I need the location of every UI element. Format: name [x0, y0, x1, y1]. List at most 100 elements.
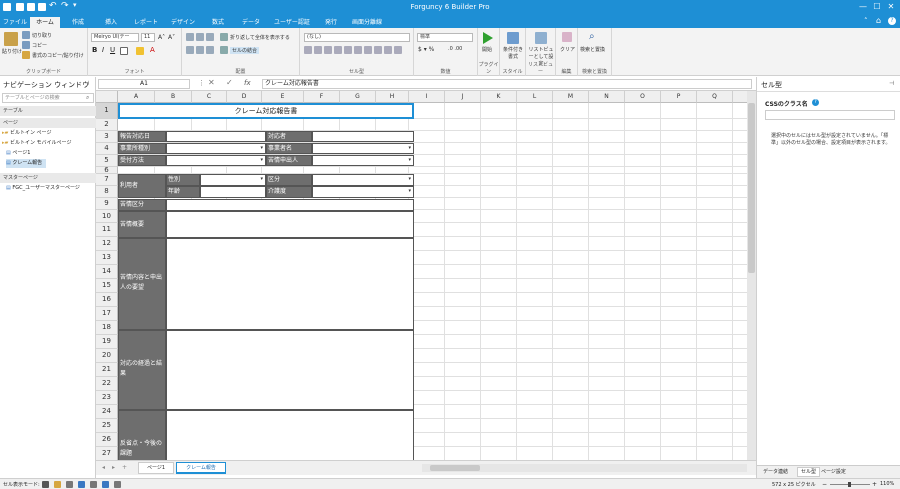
tab-insert[interactable]: 挿入 — [96, 17, 126, 28]
font-grow-icon[interactable]: A˄ — [158, 34, 165, 41]
tab-user-auth[interactable]: ユーザー認証 — [269, 17, 315, 28]
tab-screen-split[interactable]: 画面分離線 — [347, 17, 387, 28]
conditional-format-button[interactable]: 条件付き書式 — [502, 46, 524, 60]
chevron-down-icon[interactable]: ▾ — [260, 145, 263, 151]
row-header[interactable]: 6 — [96, 167, 118, 174]
chevron-down-icon[interactable]: ▾ — [260, 157, 263, 163]
nav-section-page[interactable]: ページ — [0, 118, 96, 128]
date-input[interactable] — [166, 131, 266, 142]
sheet-tab-claim-report[interactable]: クレーム報告 — [176, 462, 226, 474]
conditional-format-icon[interactable] — [507, 32, 519, 44]
row-header[interactable]: 16 — [96, 293, 118, 307]
align-bottom-icon[interactable] — [206, 33, 214, 41]
formula-input[interactable]: クレーム対応報告書 — [262, 79, 752, 89]
image-type-icon[interactable] — [364, 46, 372, 54]
column-header[interactable]: O — [625, 91, 661, 103]
column-header[interactable]: F — [304, 91, 340, 103]
tab-home[interactable]: ホーム — [30, 17, 60, 28]
mode-icon-1[interactable] — [42, 481, 49, 488]
reporter-select[interactable]: ▾ — [312, 155, 414, 166]
gender-select[interactable]: ▾ — [200, 174, 266, 186]
column-header[interactable]: L — [517, 91, 553, 103]
chevron-down-icon[interactable]: ▾ — [408, 176, 411, 182]
nav-search-input[interactable]: テーブルとページの検索 — [2, 93, 94, 103]
row-header[interactable]: 22 — [96, 377, 118, 391]
minimize-icon[interactable]: — — [858, 2, 868, 11]
column-header[interactable]: M — [553, 91, 589, 103]
tab-page-settings[interactable]: ページ設定 — [821, 468, 846, 475]
age-input[interactable] — [200, 186, 266, 198]
row-header[interactable]: 21 — [96, 363, 118, 377]
tab-data-binding[interactable]: データ連結 — [763, 468, 788, 475]
chevron-down-icon[interactable]: ▾ — [408, 188, 411, 194]
list-type-icon[interactable] — [384, 46, 392, 54]
nav-item-claim-report[interactable]: ▤ クレーム報告 — [6, 159, 46, 168]
hyperlink-type-icon[interactable] — [374, 46, 382, 54]
mode-icon-4[interactable] — [78, 481, 85, 488]
column-header[interactable]: C — [192, 91, 227, 103]
column-header[interactable]: H — [376, 91, 409, 103]
italic-icon[interactable]: I — [102, 46, 104, 54]
cancel-icon[interactable]: ✕ — [208, 78, 215, 87]
merge-icon[interactable] — [220, 46, 228, 54]
format-painter-icon[interactable] — [22, 51, 30, 59]
column-header[interactable]: G — [340, 91, 376, 103]
zoom-out-icon[interactable]: − — [822, 481, 827, 488]
column-header[interactable]: E — [262, 91, 304, 103]
confirm-icon[interactable]: ✓ — [226, 78, 233, 87]
tab-design[interactable]: デザイン — [166, 17, 200, 28]
upload-type-icon[interactable] — [394, 46, 402, 54]
help-icon[interactable]: ? — [888, 17, 896, 25]
row-header[interactable]: 26 — [96, 433, 118, 447]
decimal-icon[interactable]: .0 .00 — [448, 46, 462, 52]
form-title-cell[interactable]: クレーム対応報告書 — [118, 103, 414, 119]
start-button[interactable]: 開始 — [482, 46, 492, 53]
complaint-type-input[interactable] — [166, 199, 414, 211]
column-header[interactable]: N — [589, 91, 625, 103]
button-type-icon[interactable] — [304, 46, 312, 54]
combobox-type-icon[interactable] — [324, 46, 332, 54]
nav-item-page1[interactable]: ▤ ページ1 — [6, 149, 98, 158]
row-header[interactable]: 15 — [96, 279, 118, 293]
border-icon[interactable] — [120, 47, 128, 55]
cell-reference-box[interactable]: A1 — [98, 79, 190, 89]
row-header[interactable]: 19 — [96, 335, 118, 349]
chevron-down-icon[interactable]: ▾ — [408, 145, 411, 151]
nav-section-master[interactable]: マスターページ — [0, 173, 96, 183]
align-middle-icon[interactable] — [196, 33, 204, 41]
column-header[interactable]: I — [409, 91, 445, 103]
summary-input[interactable] — [166, 211, 414, 238]
align-top-icon[interactable] — [186, 33, 194, 41]
row-header[interactable]: 17 — [96, 307, 118, 321]
cut-button[interactable]: 切り取り — [32, 32, 52, 39]
pin-icon[interactable]: ⊣ — [84, 80, 89, 87]
mode-icon-6[interactable] — [102, 481, 109, 488]
bold-icon[interactable]: B — [92, 46, 97, 54]
celltype-select[interactable]: (なし) — [304, 33, 410, 42]
font-size-select[interactable]: 11 — [141, 33, 155, 42]
row-header[interactable]: 23 — [96, 391, 118, 405]
close-icon[interactable]: ✕ — [886, 2, 896, 11]
horizontal-scroll-thumb[interactable] — [430, 465, 480, 471]
row-header[interactable]: 11 — [96, 223, 118, 237]
tab-report[interactable]: レポート — [129, 17, 163, 28]
add-sheet-icon[interactable]: + — [122, 464, 127, 471]
row-header[interactable]: 27 — [96, 447, 118, 460]
start-icon[interactable] — [483, 32, 493, 44]
tab-formula[interactable]: 数式 — [203, 17, 233, 28]
wrap-button[interactable]: 折り返して全体を表示する — [230, 34, 290, 41]
spreadsheet-grid[interactable]: ABCDEFGHIJKLMNOPQR1234567891011121314151… — [96, 91, 747, 460]
tab-publish[interactable]: 発行 — [318, 17, 344, 28]
nav-item-master-page[interactable]: ▤ FGC_ユーザーマスターページ — [6, 184, 98, 193]
tab-data[interactable]: データ — [236, 17, 266, 28]
row-header[interactable]: 14 — [96, 265, 118, 279]
row-header[interactable]: 7 — [96, 174, 118, 186]
font-name-select[interactable]: Meiryo UI(テー — [91, 33, 139, 42]
nav-item-builtin-page[interactable]: ▸▰ ビルトイン ページ — [2, 129, 94, 138]
tab-cell-type[interactable]: セル型 — [797, 467, 821, 477]
font-shrink-icon[interactable]: A˅ — [168, 34, 175, 41]
textbox-type-icon[interactable] — [314, 46, 322, 54]
function-icon[interactable]: fx — [244, 79, 251, 87]
align-left-icon[interactable] — [186, 46, 194, 54]
font-color-icon[interactable]: A — [150, 46, 155, 54]
